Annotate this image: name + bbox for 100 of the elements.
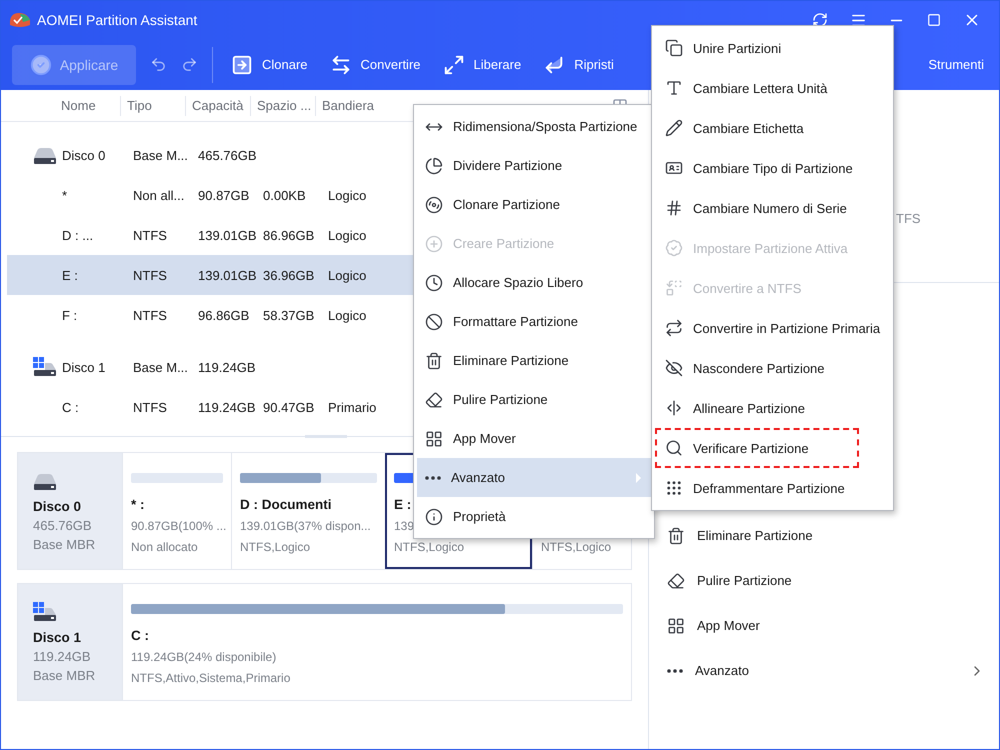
trash-icon xyxy=(667,526,685,544)
table-cell: F : xyxy=(62,308,78,322)
maximize-icon[interactable] xyxy=(927,13,941,27)
menu-item[interactable]: Allineare Partizione xyxy=(655,388,890,428)
menu-item[interactable]: App Mover xyxy=(417,419,651,458)
menu-item[interactable]: Cambiare Lettera Unità xyxy=(655,68,890,108)
menu-item[interactable]: Clonare Partizione xyxy=(417,185,651,224)
menu-item[interactable]: Pulire Partizione xyxy=(417,380,651,419)
table-cell-text: Logico xyxy=(327,268,368,282)
table-cell-text: Primario xyxy=(327,400,378,414)
hash-icon xyxy=(665,199,683,217)
disk-capacity: 465.76GB xyxy=(33,518,93,533)
toolbar-button[interactable]: Convertire xyxy=(326,54,424,76)
column-header[interactable]: Tipo xyxy=(127,98,152,112)
detail-text: TFS xyxy=(896,211,921,226)
menu-item[interactable]: Formattare Partizione xyxy=(417,302,651,341)
table-cell: * xyxy=(62,188,68,202)
action-item[interactable]: App Mover xyxy=(649,603,999,648)
copy-icon xyxy=(665,39,683,57)
action-item[interactable]: Avanzato xyxy=(649,648,999,693)
table-cell-text: 0.00KB xyxy=(262,188,307,202)
eye-off-icon xyxy=(665,359,683,377)
dots-grid-icon xyxy=(665,479,683,497)
partition-info: NTFS,Logico xyxy=(240,540,312,555)
toolbar-button[interactable]: Liberare xyxy=(438,54,526,76)
ban-icon xyxy=(425,312,443,330)
partition-block[interactable]: * : 90.87GB(100% ... Non allocato xyxy=(122,453,231,569)
partition-size: 90.87GB(100% ... xyxy=(131,519,223,534)
menu-item[interactable]: Proprietà xyxy=(417,497,651,536)
action-item[interactable]: Pulire Partizione xyxy=(649,558,999,603)
eraser-icon xyxy=(667,572,685,590)
table-cell-text: Base M... xyxy=(132,360,189,374)
menu-item[interactable]: Ridimensiona/Sposta Partizione xyxy=(417,107,651,146)
table-cell-text: Base M... xyxy=(132,148,189,162)
table-cell-text: 119.24GB xyxy=(197,400,257,414)
disk-style: Base MBR xyxy=(33,668,96,683)
table-cell-text: 119.24GB xyxy=(197,360,257,374)
letter-icon xyxy=(665,79,683,97)
menu-item[interactable]: Nascondere Partizione xyxy=(655,348,890,388)
grid-icon xyxy=(667,616,685,634)
more-icon xyxy=(425,476,441,480)
menu-item[interactable]: Cambiare Etichetta xyxy=(655,108,890,148)
menu-item[interactable]: Eliminare Partizione xyxy=(417,341,651,380)
table-cell-text: 90.87GB xyxy=(197,188,250,202)
menu-item[interactable]: Dividere Partizione xyxy=(417,146,651,185)
info-icon xyxy=(425,508,443,526)
menu-item[interactable]: Cambiare Numero di Serie xyxy=(655,188,890,228)
refresh-icon[interactable] xyxy=(812,12,828,28)
partition-info: NTFS,Logico xyxy=(394,540,466,555)
replace-icon xyxy=(665,279,683,297)
check-circle-icon xyxy=(30,54,52,76)
disk-icon xyxy=(33,145,57,165)
system-disk-icon xyxy=(33,602,57,622)
trash-icon xyxy=(425,352,443,370)
table-cell-text: Logico xyxy=(327,308,368,322)
partition-size: 139 xyxy=(394,519,416,534)
column-header[interactable]: Bandiera xyxy=(322,98,374,112)
partition-info: NTFS,Attivo,Sistema,Primario xyxy=(131,671,292,686)
window-title: AOMEI Partition Assistant xyxy=(37,12,198,28)
disk-capacity: 119.24GB xyxy=(33,649,92,664)
toolbar-button[interactable]: Ripristi xyxy=(539,54,618,76)
table-cell-text: 86.96GB xyxy=(262,228,316,242)
column-header[interactable]: Capacità xyxy=(192,98,244,112)
table-cell-text: 139.01GB xyxy=(197,228,257,242)
column-header[interactable]: Nome xyxy=(61,98,96,112)
toolbar-button[interactable]: Clonare xyxy=(227,54,312,76)
menu-item[interactable]: Convertire in Partizione Primaria xyxy=(655,308,890,348)
disk-name: Disco 0 xyxy=(33,499,82,514)
partition-block[interactable]: C : 119.24GB(24% disponibile) NTFS,Attivo,Sistema,Primario xyxy=(122,584,631,700)
partition-name: * : xyxy=(131,497,146,513)
undo-icon[interactable] xyxy=(150,56,167,73)
table-cell-text: Logico xyxy=(327,228,368,242)
table-cell-text: NTFS xyxy=(132,268,168,282)
partition-block[interactable]: D : Documenti 139.01GB(37% dispon... NTFS,Logico xyxy=(231,453,385,569)
toolbar-button[interactable]: Strumenti xyxy=(924,57,988,72)
clock-icon xyxy=(425,274,443,292)
table-cell-text: Non all... xyxy=(132,188,186,202)
partition-name: D : Documenti xyxy=(240,497,333,513)
table-cell-text: NTFS xyxy=(132,308,168,322)
table-cell: C : xyxy=(62,400,79,414)
menu-item[interactable]: Avanzato xyxy=(417,458,651,497)
column-header[interactable]: Spazio ... xyxy=(257,98,312,112)
eraser-icon xyxy=(425,390,443,408)
disk-icon xyxy=(33,471,57,491)
menu-item[interactable]: Unire Partizioni xyxy=(655,28,890,68)
menu-item[interactable]: Cambiare Tipo di Partizione xyxy=(655,148,890,188)
menu-item[interactable]: Deframmentare Partizione xyxy=(655,468,890,508)
table-cell-text: 90.47GB xyxy=(262,400,316,414)
redo-icon[interactable] xyxy=(181,56,198,73)
arrow-right-square-icon xyxy=(231,54,253,76)
badge-check-icon xyxy=(665,239,683,257)
splitter-handle[interactable] xyxy=(305,435,347,438)
table-cell-text: 96.86GB xyxy=(197,308,250,322)
search-icon xyxy=(665,439,683,457)
pie-chart-icon xyxy=(425,156,443,174)
action-item[interactable]: Eliminare Partizione xyxy=(649,513,999,558)
system-disk-icon xyxy=(33,357,57,377)
repeat-arrows-icon xyxy=(665,319,683,337)
table-cell-text: 58.37GB xyxy=(262,308,316,322)
menu-item[interactable]: Verificare Partizione xyxy=(655,428,859,468)
